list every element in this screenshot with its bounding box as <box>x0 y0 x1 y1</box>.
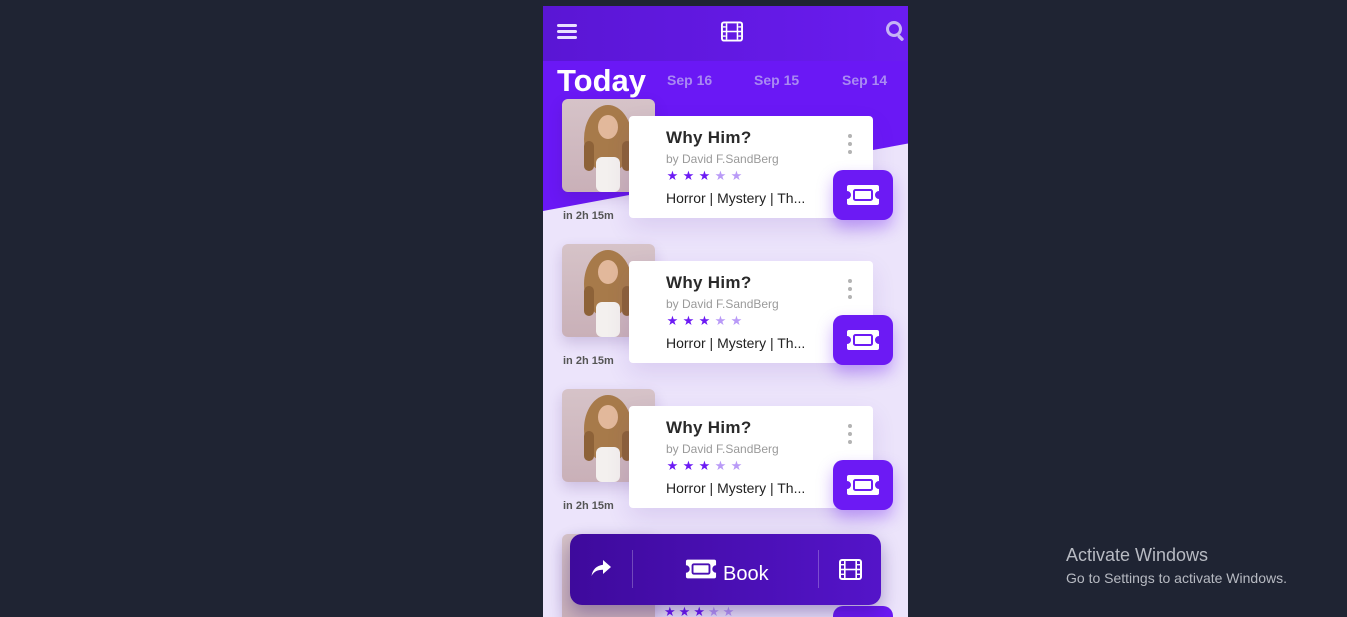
movie-genre: Horror | Mystery | Th... <box>666 190 806 206</box>
star-filled-icon: ★ <box>664 604 676 617</box>
share-icon[interactable] <box>590 558 612 580</box>
star-rating: ★ ★ ★ ★ ★ <box>664 604 734 617</box>
book-ticket-button[interactable] <box>833 460 893 510</box>
star-filled-icon: ★ <box>682 313 695 328</box>
windows-activation-watermark: Activate Windows Go to Settings to activ… <box>1066 545 1287 586</box>
hamburger-menu-icon[interactable] <box>556 20 578 42</box>
ticket-icon <box>847 330 879 350</box>
film-icon[interactable] <box>721 20 743 42</box>
star-empty-icon: ★ <box>730 168 743 183</box>
date-tab-sep-14[interactable]: Sep 14 <box>842 72 887 88</box>
movie-author: by David F.SandBerg <box>666 297 779 311</box>
star-empty-icon: ★ <box>707 604 720 617</box>
star-filled-icon: ★ <box>666 313 679 328</box>
star-filled-icon: ★ <box>698 313 711 328</box>
star-filled-icon: ★ <box>698 458 711 473</box>
more-options-icon[interactable] <box>847 424 853 444</box>
star-filled-icon: ★ <box>666 168 679 183</box>
movie-title: Why Him? <box>666 273 752 292</box>
star-filled-icon: ★ <box>682 458 695 473</box>
movie-title: Why Him? <box>666 128 752 147</box>
star-empty-icon: ★ <box>722 604 735 617</box>
movie-author: by David F.SandBerg <box>666 442 779 456</box>
book-ticket-button[interactable] <box>833 606 893 617</box>
star-empty-icon: ★ <box>714 313 727 328</box>
ticket-icon <box>684 558 718 580</box>
search-icon[interactable] <box>885 20 907 42</box>
star-empty-icon: ★ <box>714 168 727 183</box>
movie-list-item[interactable]: Why Him? by David F.SandBerg ★ ★ ★ ★ ★ H… <box>543 244 908 384</box>
divider <box>818 550 819 588</box>
ticket-icon <box>847 185 879 205</box>
watermark-title: Activate Windows <box>1066 545 1209 565</box>
ticket-icon <box>847 475 879 495</box>
star-rating: ★ ★ ★ ★ ★ <box>666 168 743 184</box>
star-filled-icon: ★ <box>666 458 679 473</box>
star-rating: ★ ★ ★ ★ ★ <box>666 458 743 474</box>
movie-genre: Horror | Mystery | Th... <box>666 335 806 351</box>
watermark-subtitle: Go to Settings to activate Windows. <box>1066 570 1287 586</box>
movie-list-item[interactable]: Why Him? by David F.SandBerg ★ ★ ★ ★ ★ H… <box>543 99 908 239</box>
movie-title: Why Him? <box>666 418 752 437</box>
star-empty-icon: ★ <box>730 313 743 328</box>
date-tab-sep-16[interactable]: Sep 16 <box>667 72 712 88</box>
showtime-label: in 2h 15m <box>563 355 614 367</box>
star-filled-icon: ★ <box>678 604 691 617</box>
star-rating: ★ ★ ★ ★ ★ <box>666 313 743 329</box>
phone-screen: Today Sep 16 Sep 15 Sep 14 Why Him? by D… <box>543 6 908 617</box>
date-tab-today[interactable]: Today <box>557 63 646 99</box>
app-header <box>543 6 908 61</box>
book-ticket-button[interactable] <box>833 315 893 365</box>
bottom-action-bar: Book <box>570 534 881 605</box>
book-label: Book <box>723 563 769 585</box>
more-options-icon[interactable] <box>847 134 853 154</box>
movie-list-item[interactable]: Why Him? by David F.SandBerg ★ ★ ★ ★ ★ H… <box>543 389 908 529</box>
more-options-icon[interactable] <box>847 279 853 299</box>
movie-author: by David F.SandBerg <box>666 152 779 166</box>
movie-genre: Horror | Mystery | Th... <box>666 480 806 496</box>
divider <box>632 550 633 588</box>
book-ticket-button[interactable] <box>833 170 893 220</box>
date-tab-sep-15[interactable]: Sep 15 <box>754 72 799 88</box>
star-empty-icon: ★ <box>730 458 743 473</box>
star-filled-icon: ★ <box>682 168 695 183</box>
star-filled-icon: ★ <box>698 168 711 183</box>
showtime-label: in 2h 15m <box>563 210 614 222</box>
showtime-label: in 2h 15m <box>563 500 614 512</box>
film-icon[interactable] <box>838 558 862 580</box>
star-empty-icon: ★ <box>714 458 727 473</box>
star-filled-icon: ★ <box>693 604 705 617</box>
book-button[interactable]: Book <box>670 544 810 594</box>
